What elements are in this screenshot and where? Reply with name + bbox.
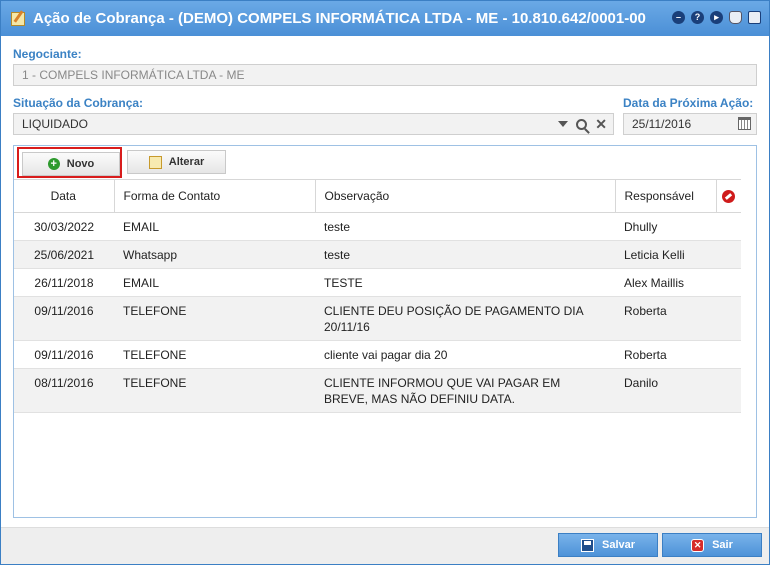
novo-label: Novo — [66, 158, 95, 170]
cell-empty — [716, 296, 741, 341]
cell-data: 30/03/2022 — [14, 212, 114, 241]
cell-empty — [716, 368, 741, 413]
cell-responsavel: Roberta — [615, 296, 716, 341]
window-title: Ação de Cobrança - (DEMO) COMPELS INFORM… — [33, 10, 646, 27]
sair-label: Sair — [712, 539, 733, 551]
play-icon[interactable]: ▸ — [710, 11, 723, 24]
table-row[interactable]: 09/11/2016 TELEFONE cliente vai pagar di… — [14, 340, 741, 369]
column-header-data[interactable]: Data — [14, 179, 115, 213]
situacao-label: Situação da Cobrança: — [13, 96, 144, 110]
panel-toolbar: + Novo Alterar — [14, 146, 756, 179]
alterar-button[interactable]: Alterar — [127, 150, 226, 174]
cell-observacao: teste — [315, 240, 615, 269]
cell-data: 25/06/2021 — [14, 240, 114, 269]
proxima-acao-date-field[interactable]: 25/11/2016 — [623, 113, 757, 135]
alterar-label: Alterar — [168, 156, 205, 168]
column-header-observacao[interactable]: Observação — [315, 179, 616, 213]
cell-observacao: teste — [315, 212, 615, 241]
table-row[interactable]: 25/06/2021 Whatsapp teste Leticia Kelli — [14, 240, 741, 269]
title-bar: Ação de Cobrança - (DEMO) COMPELS INFORM… — [1, 1, 769, 36]
cell-observacao: cliente vai pagar dia 20 — [315, 340, 615, 369]
proxima-acao-value: 25/11/2016 — [632, 117, 692, 131]
situacao-controls: ✕ — [558, 114, 607, 134]
contacts-panel: + Novo Alterar Data Forma de Contato Obs… — [13, 145, 757, 518]
column-header-responsavel[interactable]: Responsável — [615, 179, 717, 213]
cell-forma-contato: TELEFONE — [114, 340, 315, 369]
cell-forma-contato: Whatsapp — [114, 240, 315, 269]
title-bar-buttons: – ? ▸ — [672, 11, 761, 24]
proxima-acao-label: Data da Próxima Ação: — [623, 96, 754, 110]
table-header-row: Data Forma de Contato Observação Respons… — [14, 179, 741, 213]
cell-data: 08/11/2016 — [14, 368, 114, 413]
cell-empty — [716, 268, 741, 297]
situacao-value: LIQUIDADO — [22, 117, 89, 131]
cell-observacao: TESTE — [315, 268, 615, 297]
cell-forma-contato: TELEFONE — [114, 296, 315, 341]
cell-forma-contato: EMAIL — [114, 212, 315, 241]
dialog-window: Ação de Cobrança - (DEMO) COMPELS INFORM… — [0, 0, 770, 565]
cell-observacao: CLIENTE DEU POSIÇÃO DE PAGAMENTO DIA 20/… — [315, 296, 615, 341]
help-icon[interactable]: ? — [691, 11, 704, 24]
cell-observacao: CLIENTE INFORMOU QUE VAI PAGAR EM BREVE,… — [315, 368, 615, 413]
dialog-footer: Salvar ✕ Sair — [1, 527, 769, 564]
notification-icon[interactable] — [729, 11, 742, 24]
cell-empty — [716, 212, 741, 241]
cell-forma-contato: TELEFONE — [114, 368, 315, 413]
column-header-forma-contato[interactable]: Forma de Contato — [114, 179, 316, 213]
cell-data: 09/11/2016 — [14, 340, 114, 369]
cell-forma-contato: EMAIL — [114, 268, 315, 297]
salvar-label: Salvar — [601, 539, 636, 551]
search-icon[interactable] — [576, 118, 588, 130]
exit-icon: ✕ — [691, 538, 705, 552]
edit-icon — [11, 11, 25, 26]
cell-data: 26/11/2018 — [14, 268, 114, 297]
contacts-table: Data Forma de Contato Observação Respons… — [14, 179, 741, 413]
chevron-down-icon[interactable] — [558, 121, 569, 127]
calendar-icon[interactable] — [738, 117, 751, 130]
situacao-combobox[interactable]: LIQUIDADO ✕ — [13, 113, 614, 135]
cell-data: 09/11/2016 — [14, 296, 114, 341]
calendar-icon[interactable] — [748, 11, 761, 24]
negociante-label: Negociante: — [13, 47, 82, 61]
table-row[interactable]: 09/11/2016 TELEFONE CLIENTE DEU POSIÇÃO … — [14, 296, 741, 341]
cell-responsavel: Danilo — [615, 368, 716, 413]
cell-responsavel: Leticia Kelli — [615, 240, 716, 269]
column-header-delete[interactable] — [716, 179, 741, 213]
cell-responsavel: Dhully — [615, 212, 716, 241]
add-icon: + — [47, 158, 60, 170]
table-row[interactable]: 08/11/2016 TELEFONE CLIENTE INFORMOU QUE… — [14, 368, 741, 413]
cell-empty — [716, 340, 741, 369]
table-row[interactable]: 26/11/2018 EMAIL TESTE Alex Maillis — [14, 268, 741, 297]
delete-icon[interactable] — [722, 190, 736, 204]
clear-icon[interactable]: ✕ — [595, 114, 607, 134]
edit-icon — [148, 155, 162, 169]
novo-button[interactable]: + Novo — [22, 152, 120, 176]
negociante-field[interactable]: 1 - COMPELS INFORMÁTICA LTDA - ME — [13, 64, 757, 86]
salvar-button[interactable]: Salvar — [558, 533, 658, 557]
table-row[interactable]: 30/03/2022 EMAIL teste Dhully — [14, 212, 741, 241]
minimize-icon[interactable]: – — [672, 11, 685, 24]
sair-button[interactable]: ✕ Sair — [662, 533, 762, 557]
cell-responsavel: Alex Maillis — [615, 268, 716, 297]
cell-empty — [716, 240, 741, 269]
save-icon — [580, 538, 594, 552]
cell-responsavel: Roberta — [615, 340, 716, 369]
